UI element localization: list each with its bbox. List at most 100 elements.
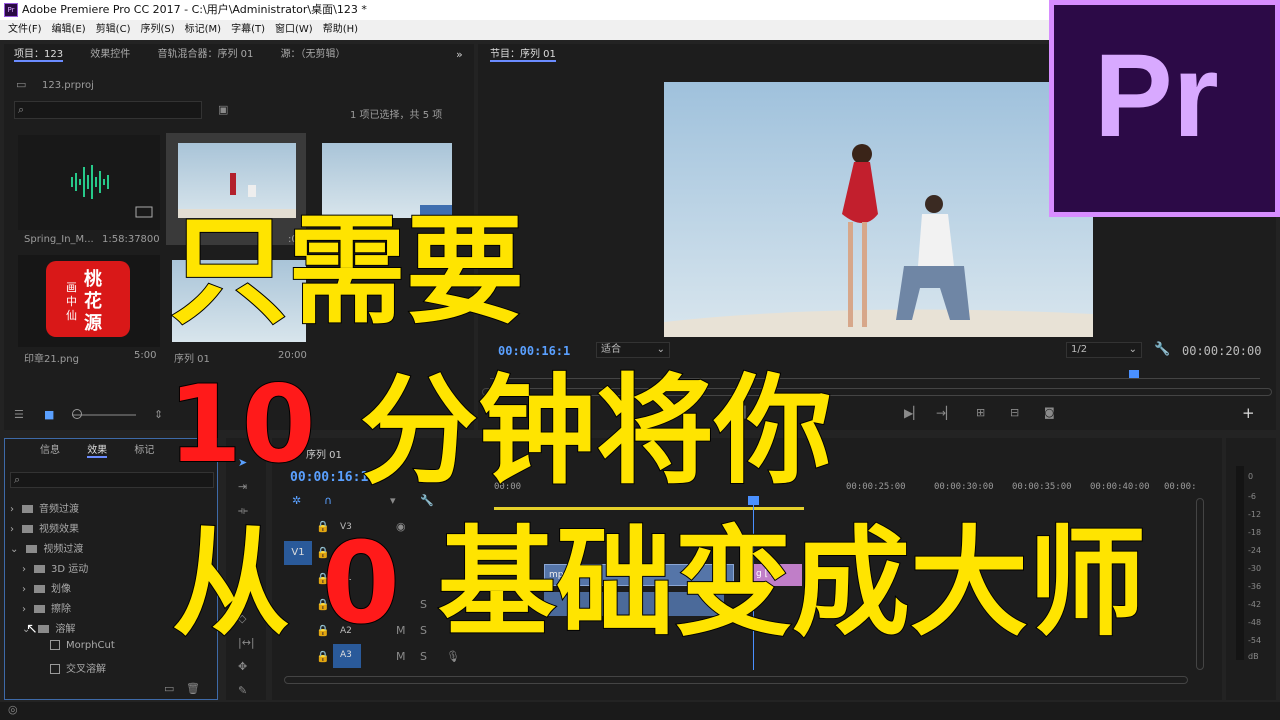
premiere-app-icon: Pr bbox=[4, 3, 18, 17]
menu-help[interactable]: 帮助(H) bbox=[323, 20, 358, 40]
tree-item-3d-motion[interactable]: › 3D 运动 bbox=[22, 560, 88, 575]
pen-tool-icon[interactable]: ✎ bbox=[238, 684, 247, 698]
window-title: Adobe Premiere Pro CC 2017 - C:\用户\Admin… bbox=[22, 3, 367, 16]
tree-item-video-effects[interactable]: › 视频效果 bbox=[10, 520, 79, 535]
menu-edit[interactable]: 编辑(E) bbox=[52, 20, 86, 40]
add-button-icon[interactable]: + bbox=[1242, 406, 1255, 421]
track-label[interactable]: A3 bbox=[340, 650, 352, 660]
sort-icon[interactable]: ⇕ bbox=[154, 408, 163, 422]
folder-icon bbox=[26, 545, 38, 553]
tree-item-morphcut[interactable]: MorphCut bbox=[50, 640, 115, 651]
seal-image: 桃 花 源 画 中 仙 bbox=[46, 261, 130, 337]
overlay-line-2: 分钟将你 bbox=[359, 362, 833, 500]
tree-item-audio-transitions[interactable]: › 音频过渡 bbox=[10, 500, 79, 515]
insert-icon[interactable]: ⊞ bbox=[976, 406, 985, 420]
status-bar bbox=[0, 702, 1280, 720]
solo-icon[interactable]: S bbox=[420, 650, 427, 664]
menu-title[interactable]: 字幕(T) bbox=[231, 20, 265, 40]
overlay-number-10: 10 bbox=[167, 363, 317, 486]
folder-icon bbox=[22, 525, 33, 533]
wrench-icon[interactable]: 🔧 bbox=[1154, 343, 1170, 357]
mute-icon[interactable]: M bbox=[396, 650, 406, 664]
program-duration: 00:00:20:00 bbox=[1182, 344, 1262, 358]
menu-sequence[interactable]: 序列(S) bbox=[140, 20, 174, 40]
overlay-line-1: 只需要 bbox=[169, 202, 525, 340]
project-item-name: Spring_In_M... bbox=[24, 234, 94, 245]
play-button-icon[interactable]: ▶▏ bbox=[904, 406, 922, 420]
tab-program[interactable]: 节目：序列 01 bbox=[490, 49, 556, 62]
timeline-h-scrollbar[interactable] bbox=[284, 676, 1188, 684]
search-icon: ⌕ bbox=[14, 473, 21, 486]
camera-icon[interactable]: ◙ bbox=[1044, 406, 1055, 420]
audio-meter-bar bbox=[1236, 466, 1244, 660]
folder-icon: ▭ bbox=[16, 78, 27, 91]
work-area-bar[interactable] bbox=[494, 507, 804, 510]
project-tab-bar: 项目：123 效果控件 音轨混合器：序列 01 源：（无剪辑） bbox=[14, 42, 370, 68]
program-tab-bar: 节目：序列 01 bbox=[490, 42, 580, 68]
couple-photo bbox=[664, 144, 1093, 337]
overwrite-icon[interactable]: ⊟ bbox=[1010, 406, 1019, 420]
solo-icon[interactable]: S bbox=[420, 624, 427, 638]
tab-effects[interactable]: 效果 bbox=[87, 445, 108, 458]
project-file-name: 123.prproj bbox=[42, 80, 94, 91]
overlay-number-0: 0 bbox=[321, 519, 401, 649]
new-bin-icon[interactable]: ▣ bbox=[218, 103, 228, 117]
tab-project[interactable]: 项目：123 bbox=[14, 49, 64, 62]
project-item-name: 印章21.png bbox=[24, 354, 79, 365]
playhead-marker-icon[interactable] bbox=[1129, 370, 1139, 378]
fit-dropdown[interactable]: 适合 ⌄ bbox=[596, 342, 670, 358]
folder-icon bbox=[34, 585, 45, 593]
tab-effect-controls[interactable]: 效果控件 bbox=[90, 49, 130, 60]
project-item-audio[interactable] bbox=[18, 135, 160, 230]
search-icon: ⌕ bbox=[18, 103, 25, 116]
effect-icon bbox=[50, 664, 60, 674]
project-item-seal[interactable]: 桃 花 源 画 中 仙 bbox=[18, 255, 160, 347]
timeline-v-scrollbar[interactable] bbox=[1196, 498, 1204, 670]
zoom-slider-handle[interactable] bbox=[72, 409, 82, 419]
new-folder-icon[interactable]: ▭ bbox=[164, 682, 174, 696]
tab-info[interactable]: 信息 bbox=[40, 445, 60, 456]
audio-waveform-icon bbox=[71, 165, 153, 218]
snap-icon[interactable]: ✲ bbox=[292, 494, 301, 508]
solo-icon[interactable]: S bbox=[420, 598, 427, 612]
premiere-window: Adobe Premiere Pro CC 2017 - C:\用户\Admin… bbox=[0, 0, 1280, 720]
overlay-line-3: 基础变成大师 bbox=[437, 514, 1147, 652]
mic-icon[interactable]: 🎙 bbox=[446, 650, 460, 664]
folder-icon bbox=[34, 565, 45, 573]
tab-markers[interactable]: 标记 bbox=[134, 445, 154, 456]
folder-icon bbox=[22, 505, 33, 513]
overlay-line-3-prefix: 从 bbox=[171, 514, 291, 652]
icon-view-icon[interactable]: ■ bbox=[44, 408, 54, 422]
project-item-duration: 1:58:37800 bbox=[102, 234, 160, 245]
folder-icon bbox=[34, 605, 45, 613]
mouse-cursor-icon: ↖ bbox=[26, 621, 38, 637]
status-icon: ◎ bbox=[8, 703, 18, 716]
menu-clip[interactable]: 剪辑(C) bbox=[96, 20, 131, 40]
linked-selection-icon[interactable]: ∩ bbox=[324, 494, 332, 508]
menu-window[interactable]: 窗口(W) bbox=[275, 20, 313, 40]
tree-item-video-transitions[interactable]: ⌄ 视频过渡 bbox=[10, 540, 83, 555]
tab-source[interactable]: 源：（无剪辑） bbox=[281, 49, 346, 60]
tab-audio-mixer[interactable]: 音轨混合器：序列 01 bbox=[157, 49, 253, 60]
menu-file[interactable]: 文件(F) bbox=[8, 20, 42, 40]
panel-overflow-icon[interactable]: » bbox=[456, 48, 463, 62]
project-item-duration: 5:00 bbox=[134, 350, 157, 361]
list-view-icon[interactable]: ☰ bbox=[14, 408, 24, 422]
program-video-frame bbox=[664, 82, 1093, 337]
effect-icon bbox=[50, 640, 60, 650]
tree-item-wipe[interactable]: › 擦除 bbox=[22, 600, 71, 615]
premiere-logo: Pr bbox=[1049, 0, 1280, 217]
lock-icon[interactable]: 🔒 bbox=[316, 650, 330, 664]
step-forward-icon[interactable]: →▏ bbox=[936, 406, 955, 420]
project-search-input[interactable] bbox=[14, 101, 202, 119]
program-timecode[interactable]: 00:00:16:1 bbox=[498, 344, 570, 358]
selection-info: 1 项已选择，共 5 项 bbox=[350, 110, 443, 121]
tree-item-iris[interactable]: › 划像 bbox=[22, 580, 71, 595]
resolution-dropdown[interactable]: 1/2 ⌄ bbox=[1066, 342, 1142, 358]
effects-tab-bar: 信息 效果 标记 bbox=[40, 438, 178, 464]
project-item-duration: 20:00 bbox=[278, 350, 307, 361]
hand-tool-icon[interactable]: ✥ bbox=[238, 660, 247, 674]
menu-marker[interactable]: 标记(M) bbox=[185, 20, 221, 40]
trash-icon[interactable]: 🗑 bbox=[186, 682, 200, 696]
tree-item-cross-dissolve[interactable]: 交叉溶解 bbox=[50, 660, 106, 675]
